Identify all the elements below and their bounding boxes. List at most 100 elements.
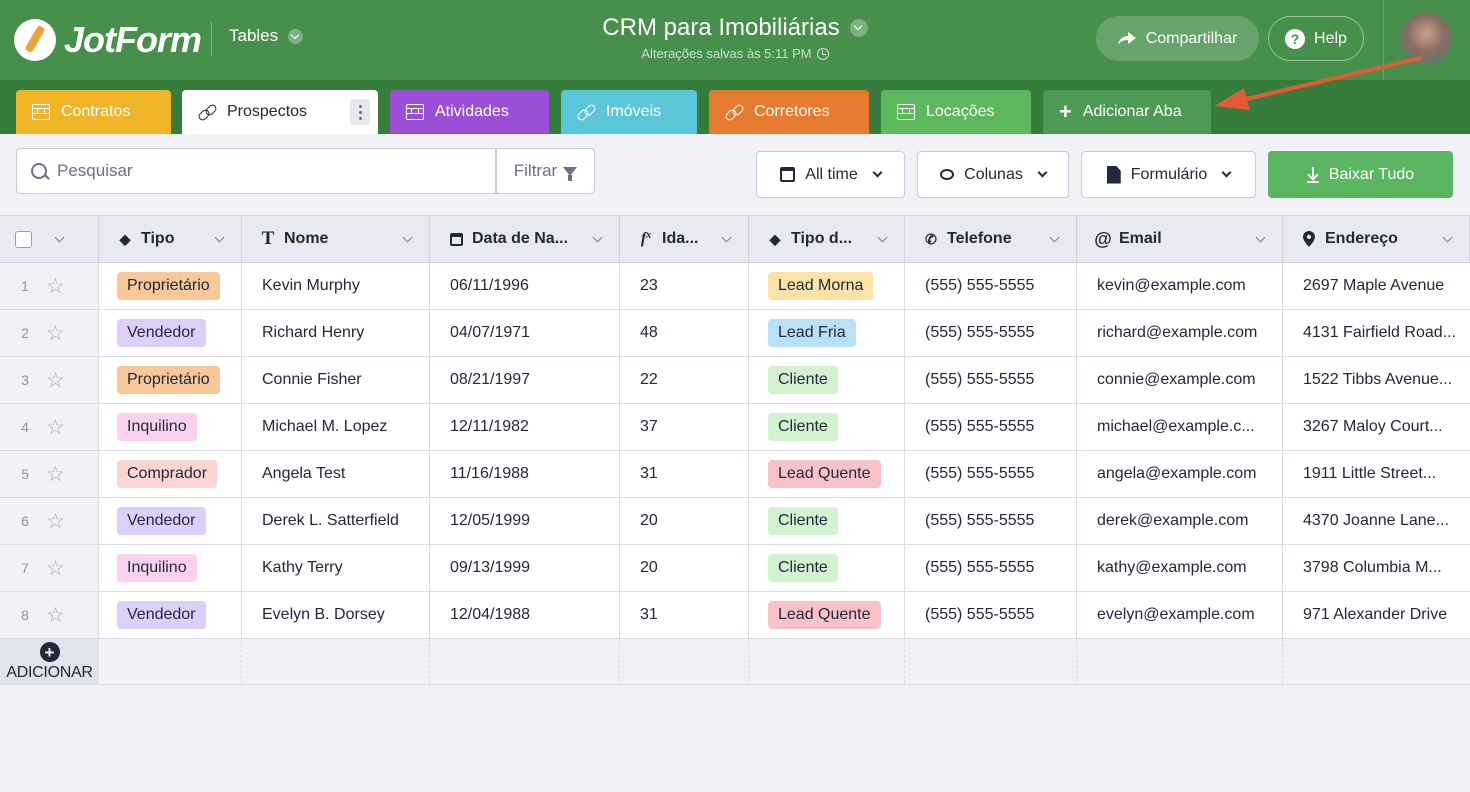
nome-cell[interactable]: Connie Fisher	[242, 357, 430, 403]
download-all-button[interactable]: Baixar Tudo	[1268, 151, 1453, 198]
tipo-cell[interactable]: Inquilino	[99, 545, 242, 591]
chevron-down-icon[interactable]	[1049, 232, 1060, 243]
table-row[interactable]: 1 ☆ Proprietário Kevin Murphy 06/11/1996 23 Le…	[0, 263, 1470, 310]
user-avatar[interactable]	[1400, 13, 1452, 65]
tipo-cell[interactable]: Inquilino	[99, 404, 242, 450]
chevron-down-icon[interactable]	[1255, 232, 1266, 243]
telefone-cell[interactable]: (555) 555-5555	[905, 310, 1077, 356]
tipo-cell[interactable]: Vendedor	[99, 592, 242, 638]
tab-corretores[interactable]: Corretores	[709, 90, 869, 134]
chevron-down-icon[interactable]	[402, 232, 413, 243]
status-cell[interactable]: Cliente	[749, 404, 905, 450]
endereco-cell[interactable]: 4370 Joanne Lane...	[1283, 498, 1470, 544]
column-header-idade[interactable]: fx Ida...	[620, 216, 749, 262]
status-cell[interactable]: Cliente	[749, 357, 905, 403]
table-row[interactable]: 2 ☆ Vendedor Richard Henry 04/07/1971 48 Lead …	[0, 310, 1470, 357]
star-icon[interactable]: ☆	[46, 370, 65, 391]
status-cell[interactable]: Cliente	[749, 498, 905, 544]
telefone-cell[interactable]: (555) 555-5555	[905, 451, 1077, 497]
email-cell[interactable]: evelyn@example.com	[1077, 592, 1283, 638]
chevron-down-icon[interactable]	[214, 232, 225, 243]
telefone-cell[interactable]: (555) 555-5555	[905, 404, 1077, 450]
column-header-tipo-lead[interactable]: ◆ Tipo d...	[749, 216, 905, 262]
endereco-cell[interactable]: 971 Alexander Drive	[1283, 592, 1470, 638]
endereco-cell[interactable]: 1522 Tibbs Avenue...	[1283, 357, 1470, 403]
endereco-cell[interactable]: 4131 Fairfield Road...	[1283, 310, 1470, 356]
email-cell[interactable]: michael@example.c...	[1077, 404, 1283, 450]
star-icon[interactable]: ☆	[46, 417, 65, 438]
tab-contratos[interactable]: Contratos	[16, 90, 171, 134]
jotform-logo[interactable]: JotForm	[14, 17, 204, 63]
columns-dropdown[interactable]: Colunas	[917, 151, 1069, 198]
tab-locacoes[interactable]: Locações	[881, 90, 1031, 134]
idade-cell[interactable]: 48	[620, 310, 749, 356]
idade-cell[interactable]: 20	[620, 545, 749, 591]
table-row[interactable]: 7 ☆ Inquilino Kathy Terry 09/13/1999 20 Client…	[0, 545, 1470, 592]
chevron-down-icon[interactable]	[1442, 232, 1453, 243]
idade-cell[interactable]: 20	[620, 498, 749, 544]
add-row-button[interactable]: + ADICIONAR	[0, 639, 99, 685]
nome-cell[interactable]: Angela Test	[242, 451, 430, 497]
chevron-down-icon[interactable]	[592, 232, 603, 243]
email-cell[interactable]: connie@example.com	[1077, 357, 1283, 403]
star-icon[interactable]: ☆	[46, 276, 65, 297]
select-all-checkbox[interactable]	[15, 230, 32, 248]
search-input[interactable]	[57, 161, 477, 181]
tab-imoveis[interactable]: Imóveis	[561, 90, 697, 134]
table-row[interactable]: 4 ☆ Inquilino Michael M. Lopez 12/11/1982 37 C…	[0, 404, 1470, 451]
status-cell[interactable]: Lead Quente	[749, 451, 905, 497]
idade-cell[interactable]: 31	[620, 592, 749, 638]
email-cell[interactable]: angela@example.com	[1077, 451, 1283, 497]
column-header-telefone[interactable]: ✆ Telefone	[905, 216, 1077, 262]
telefone-cell[interactable]: (555) 555-5555	[905, 545, 1077, 591]
tipo-cell[interactable]: Comprador	[99, 451, 242, 497]
data-cell[interactable]: 09/13/1999	[430, 545, 620, 591]
tab-options-icon[interactable]	[350, 99, 370, 125]
star-icon[interactable]: ☆	[46, 605, 65, 626]
data-cell[interactable]: 12/11/1982	[430, 404, 620, 450]
idade-cell[interactable]: 31	[620, 451, 749, 497]
time-range-dropdown[interactable]: All time	[756, 151, 905, 198]
column-header-nome[interactable]: T Nome	[242, 216, 430, 262]
share-button[interactable]: Compartilhar	[1096, 16, 1259, 61]
status-cell[interactable]: Lead Fria	[749, 310, 905, 356]
telefone-cell[interactable]: (555) 555-5555	[905, 592, 1077, 638]
star-icon[interactable]: ☆	[46, 511, 65, 532]
nome-cell[interactable]: Evelyn B. Dorsey	[242, 592, 430, 638]
data-cell[interactable]: 04/07/1971	[430, 310, 620, 356]
nome-cell[interactable]: Derek L. Satterfield	[242, 498, 430, 544]
data-cell[interactable]: 11/16/1988	[430, 451, 620, 497]
star-icon[interactable]: ☆	[46, 464, 65, 485]
nome-cell[interactable]: Kevin Murphy	[242, 263, 430, 309]
column-header-endereco[interactable]: Endereço	[1283, 216, 1470, 262]
form-dropdown[interactable]: Formulário	[1081, 151, 1256, 198]
data-cell[interactable]: 12/04/1988	[430, 592, 620, 638]
column-header-email[interactable]: @ Email	[1077, 216, 1283, 262]
data-cell[interactable]: 06/11/1996	[430, 263, 620, 309]
nome-cell[interactable]: Kathy Terry	[242, 545, 430, 591]
email-cell[interactable]: kevin@example.com	[1077, 263, 1283, 309]
star-icon[interactable]: ☆	[46, 323, 65, 344]
email-cell[interactable]: derek@example.com	[1077, 498, 1283, 544]
chevron-down-icon[interactable]	[721, 232, 732, 243]
email-cell[interactable]: richard@example.com	[1077, 310, 1283, 356]
idade-cell[interactable]: 22	[620, 357, 749, 403]
idade-cell[interactable]: 37	[620, 404, 749, 450]
star-icon[interactable]: ☆	[46, 558, 65, 579]
telefone-cell[interactable]: (555) 555-5555	[905, 357, 1077, 403]
status-cell[interactable]: Lead Quente	[749, 592, 905, 638]
data-cell[interactable]: 08/21/1997	[430, 357, 620, 403]
chevron-down-icon[interactable]	[54, 232, 65, 243]
email-cell[interactable]: kathy@example.com	[1077, 545, 1283, 591]
status-cell[interactable]: Lead Morna	[749, 263, 905, 309]
help-button[interactable]: ? Help	[1268, 16, 1364, 61]
tab-prospectos[interactable]: Prospectos	[182, 90, 378, 134]
add-tab-button[interactable]: + Adicionar Aba	[1043, 90, 1211, 134]
endereco-cell[interactable]: 1911 Little Street...	[1283, 451, 1470, 497]
table-title[interactable]: CRM para Imobiliárias	[602, 14, 868, 42]
table-row[interactable]: 6 ☆ Vendedor Derek L. Satterfield 12/05/1999…	[0, 498, 1470, 545]
tipo-cell[interactable]: Vendedor	[99, 498, 242, 544]
tipo-cell[interactable]: Vendedor	[99, 310, 242, 356]
endereco-cell[interactable]: 2697 Maple Avenue	[1283, 263, 1470, 309]
tipo-cell[interactable]: Proprietário	[99, 263, 242, 309]
